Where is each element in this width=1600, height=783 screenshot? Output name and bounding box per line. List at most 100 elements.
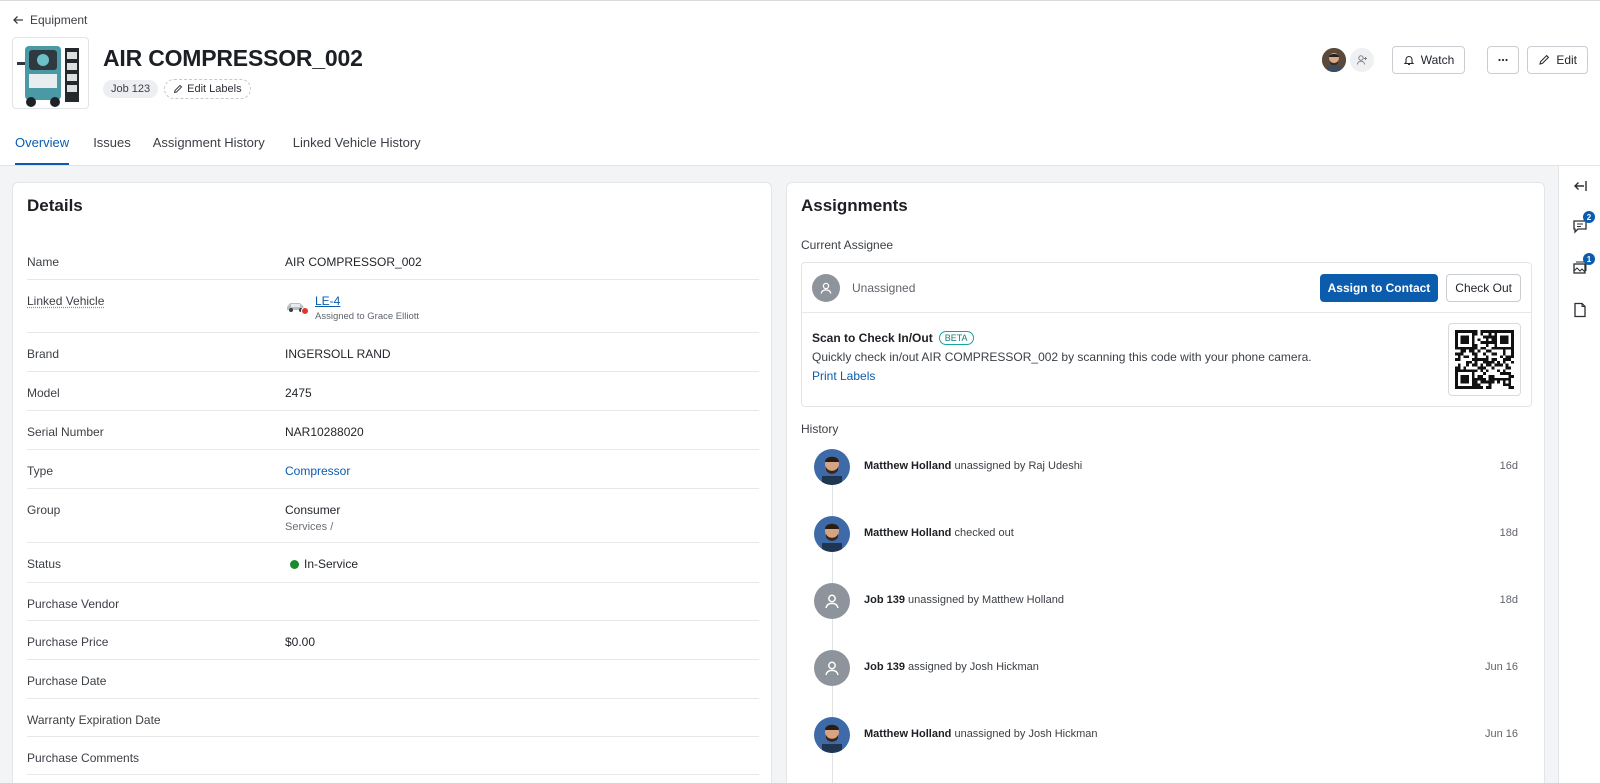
history-item: Job 139 assigned by Josh Hickman Jun 16	[801, 650, 1532, 717]
scan-title: Scan to Check In/Out	[812, 331, 933, 345]
pencil-icon	[1539, 54, 1550, 65]
vehicle-status-dot	[301, 307, 309, 315]
comments-count-badge: 2	[1583, 211, 1595, 223]
history-actor[interactable]: Matthew Holland	[864, 527, 951, 539]
group-path: Services /	[285, 521, 334, 533]
tab-issues[interactable]: Issues	[93, 127, 131, 165]
tab-assignment-history[interactable]: Assignment History	[153, 127, 265, 165]
vehicle-thumbnail[interactable]	[285, 296, 309, 315]
edit-labels-button[interactable]: Edit Labels	[164, 79, 251, 99]
detail-value: NAR10288020	[285, 425, 364, 439]
detail-value	[285, 660, 759, 698]
detail-value: $0.00	[285, 635, 316, 649]
history-item: Job 139 unassigned by Matthew Holland 18…	[801, 583, 1532, 650]
history-text: Matthew Holland unassigned by Raj Udeshi	[864, 460, 1500, 472]
job-label-chip[interactable]: Job 123	[103, 80, 159, 98]
qr-code[interactable]	[1448, 323, 1521, 396]
tab-overview[interactable]: Overview	[15, 127, 70, 165]
detail-label: Name	[27, 255, 60, 269]
watch-button[interactable]: Watch	[1391, 46, 1466, 74]
right-sidebar-rail: 2 1	[1558, 166, 1600, 783]
history-heading: History	[801, 422, 839, 436]
history-actor[interactable]: Job 139	[864, 594, 905, 606]
user-icon	[825, 594, 839, 609]
assignee-name: Unassigned	[852, 280, 916, 295]
photos-count-badge: 1	[1583, 253, 1595, 265]
history-actor[interactable]: Matthew Holland	[864, 728, 951, 740]
history-text: Job 139 unassigned by Matthew Holland	[864, 594, 1500, 606]
pencil-icon	[173, 84, 183, 94]
user-plus-icon	[1356, 55, 1367, 65]
watch-label: Watch	[1420, 53, 1455, 67]
detail-value: INGERSOLL RAND	[285, 347, 391, 361]
detail-row-model: Model 2475	[27, 372, 759, 411]
history-text: Job 139 assigned by Josh Hickman	[864, 661, 1485, 673]
avatar	[814, 650, 850, 686]
history-action: unassigned by Raj Udeshi	[954, 460, 1083, 472]
tab-linked-vehicle-history[interactable]: Linked Vehicle History	[293, 127, 421, 165]
detail-value: AIR COMPRESSOR_002	[285, 255, 422, 269]
detail-label: Purchase Date	[27, 674, 107, 688]
detail-value	[285, 737, 759, 774]
comments-button[interactable]: 2	[1572, 211, 1595, 234]
bell-icon	[1403, 56, 1415, 65]
detail-row-brand: Brand INGERSOLL RAND	[27, 333, 759, 372]
history-time: 16d	[1499, 460, 1518, 472]
detail-label: Status	[27, 557, 62, 571]
status-dot	[290, 559, 299, 569]
add-watcher-button[interactable]	[1349, 48, 1374, 72]
detail-row-purchase-comments: Purchase Comments	[27, 737, 759, 775]
history-actor[interactable]: Job 139	[864, 661, 905, 673]
person-photo-icon	[814, 717, 850, 753]
user-icon	[820, 282, 832, 294]
linked-vehicle-link[interactable]: LE-4	[315, 294, 419, 308]
detail-value: 2475	[285, 386, 312, 400]
detail-value: Consumer Services /	[285, 489, 759, 542]
avatar	[814, 717, 850, 753]
watcher-avatar[interactable]	[1321, 48, 1346, 72]
collapse-sidebar-button[interactable]	[1572, 178, 1588, 194]
print-labels-link[interactable]: Print Labels	[812, 369, 875, 383]
detail-label: Type	[27, 464, 54, 478]
history-item: Matthew Holland unassigned by Raj Udeshi…	[801, 449, 1532, 516]
detail-value: Compressor	[285, 450, 759, 488]
arrow-left-icon	[13, 16, 23, 24]
history-actor[interactable]: Matthew Holland	[864, 460, 951, 472]
type-link[interactable]: Compressor	[285, 464, 350, 478]
history-action: checked out	[954, 527, 1014, 539]
equipment-photo[interactable]	[12, 37, 89, 109]
documents-button[interactable]	[1572, 302, 1588, 318]
user-icon	[825, 661, 839, 676]
person-photo-icon	[814, 449, 850, 485]
check-out-button[interactable]: Check Out	[1446, 273, 1521, 302]
detail-label: Purchase Vendor	[27, 597, 120, 611]
tab-bar: Overview Issues Assignment History Linke…	[0, 127, 433, 165]
details-list: Name AIR COMPRESSOR_002 Linked Vehicle L…	[27, 241, 759, 775]
status-badge: In-Service	[285, 557, 759, 571]
edit-button[interactable]: Edit	[1527, 46, 1588, 74]
history-time: Jun 16	[1484, 661, 1518, 673]
details-title: Details	[27, 196, 83, 215]
assign-to-contact-button[interactable]: Assign to Contact	[1319, 273, 1439, 302]
status-text: In-Service	[304, 557, 359, 571]
label-chips: Job 123 Edit Labels	[103, 79, 251, 99]
avatar	[812, 273, 840, 302]
assignments-panel: Assignments Current Assignee Unassigned …	[786, 182, 1545, 783]
history-time: Jun 16	[1484, 728, 1518, 740]
scan-description: Quickly check in/out AIR COMPRESSOR_002 …	[812, 350, 1312, 364]
page-title: AIR COMPRESSOR_002	[103, 45, 363, 71]
back-link-label: Equipment	[30, 13, 88, 27]
back-to-equipment-link[interactable]: Equipment	[12, 13, 87, 27]
current-assignee-card: Unassigned Assign to Contact Check Out S…	[801, 262, 1532, 407]
history-action: unassigned by Josh Hickman	[954, 728, 1098, 740]
scan-section: Scan to Check In/Out BETA Quickly check …	[802, 313, 1531, 407]
scan-heading: Scan to Check In/Out BETA	[812, 331, 1521, 345]
history-action: unassigned by Matthew Holland	[908, 594, 1064, 606]
detail-value: LE-4 Assigned to Grace Elliott	[285, 280, 759, 332]
detail-row-group: Group Consumer Services /	[27, 489, 759, 543]
more-actions-button[interactable]	[1487, 46, 1520, 74]
detail-label: Warranty Expiration Date	[27, 713, 161, 727]
document-icon	[1574, 302, 1586, 318]
detail-label: Brand	[27, 347, 60, 361]
photos-button[interactable]: 1	[1572, 253, 1595, 276]
